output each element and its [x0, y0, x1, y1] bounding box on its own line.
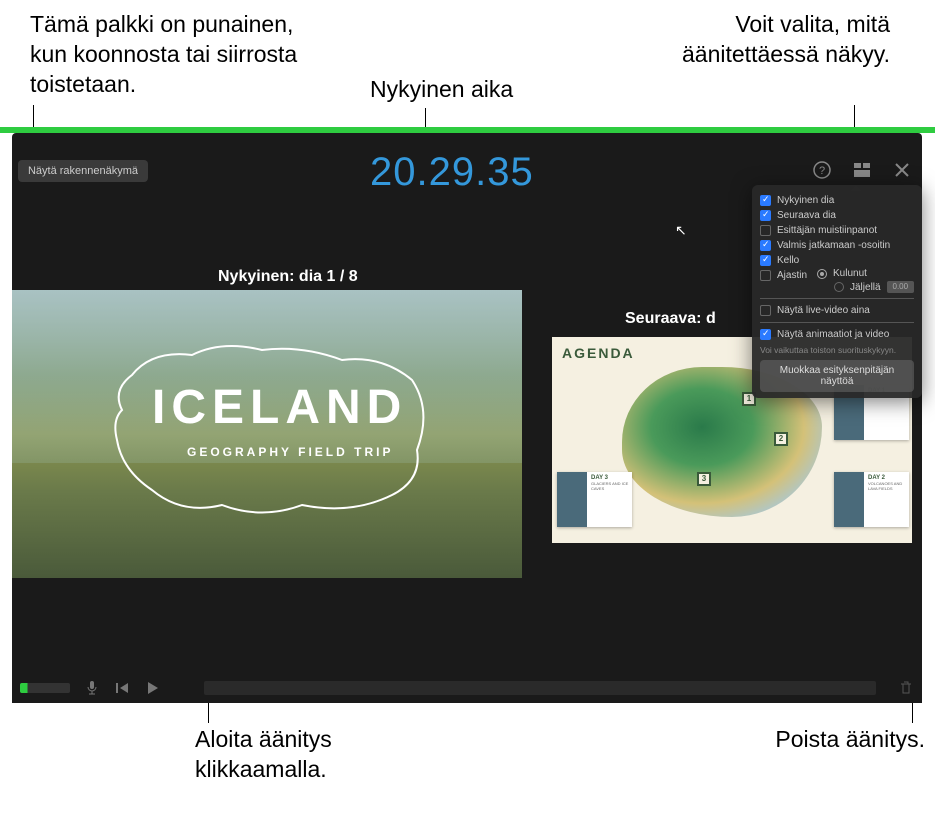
- record-button[interactable]: [174, 680, 190, 696]
- layout-options-icon[interactable]: [852, 160, 872, 180]
- next-slide-label: Seuraava: d: [625, 310, 716, 328]
- display-options-popover: Nykyinen dia Seuraava dia Esittäjän muis…: [752, 185, 922, 398]
- timer-remaining-row[interactable]: Jäljellä0.00: [817, 280, 914, 294]
- option-current-slide[interactable]: Nykyinen dia: [760, 193, 914, 208]
- option-show-animations[interactable]: Näytä animaatiot ja video: [760, 327, 914, 342]
- help-icon[interactable]: ?: [812, 160, 832, 180]
- current-slide-label: Nykyinen: dia 1 / 8: [218, 268, 358, 286]
- callout-top-left: Tämä palkki on punainen, kun koonnosta t…: [30, 10, 330, 100]
- customize-display-button[interactable]: Muokkaa esityksenpitäjän näyttöä: [760, 360, 914, 392]
- recording-timeline[interactable]: [204, 681, 876, 695]
- delete-recording-button[interactable]: [898, 680, 914, 696]
- map-marker-3: 3: [697, 472, 711, 486]
- separator: [760, 298, 914, 299]
- audio-level-meter: [20, 683, 70, 693]
- option-next-slide[interactable]: Seuraava dia: [760, 208, 914, 223]
- day-card-3: DAY 3 GLACIERS AND ICE CAVES: [557, 472, 632, 527]
- callout-top-right: Voit valita, mitä äänitettäessä näkyy.: [640, 10, 890, 70]
- callout-bottom-left: Aloita äänitys klikkaamalla.: [195, 725, 445, 785]
- option-clock[interactable]: Kello: [760, 253, 914, 268]
- checkbox-icon[interactable]: [760, 210, 771, 221]
- callout-top-mid: Nykyinen aika: [370, 75, 513, 105]
- current-slide-preview[interactable]: ICELAND GEOGRAPHY FIELD TRIP: [12, 290, 522, 578]
- timer-value-field[interactable]: 0.00: [887, 281, 914, 293]
- day-card-2: DAY 2 VOLCANOES AND LAVA FIELDS: [834, 472, 909, 527]
- radio-icon[interactable]: [834, 282, 844, 292]
- svg-text:?: ?: [819, 165, 825, 177]
- callout-bottom-right: Poista äänitys.: [725, 725, 925, 755]
- checkbox-icon[interactable]: [760, 195, 771, 206]
- separator: [760, 322, 914, 323]
- checkbox-icon[interactable]: [760, 329, 771, 340]
- close-icon[interactable]: [892, 160, 912, 180]
- option-ready-indicator[interactable]: Valmis jatkamaan -osoitin: [760, 238, 914, 253]
- radio-icon[interactable]: [817, 269, 827, 279]
- agenda-title: AGENDA: [562, 345, 635, 361]
- slide-subtitle: GEOGRAPHY FIELD TRIP: [187, 445, 393, 459]
- play-icon[interactable]: [144, 680, 160, 696]
- previous-icon[interactable]: [114, 680, 130, 696]
- slide-title: ICELAND: [152, 380, 407, 435]
- checkbox-icon[interactable]: [760, 270, 771, 281]
- map-marker-2: 2: [774, 432, 788, 446]
- checkbox-icon[interactable]: [760, 255, 771, 266]
- option-always-live-video[interactable]: Näytä live-video aina: [760, 303, 914, 318]
- performance-note: Voi vaikuttaa toiston suorituskykyyn.: [760, 342, 914, 360]
- checkbox-icon[interactable]: [760, 305, 771, 316]
- clock-display: 20.29.35: [370, 150, 534, 195]
- option-presenter-notes[interactable]: Esittäjän muistiinpanot: [760, 223, 914, 238]
- checkbox-icon[interactable]: [760, 240, 771, 251]
- recording-toolbar: [12, 673, 922, 703]
- timer-elapsed-row[interactable]: Kulunut: [800, 267, 914, 280]
- checkbox-icon[interactable]: [760, 225, 771, 236]
- show-navigator-button[interactable]: Näytä rakennenäkymä: [18, 160, 148, 182]
- microphone-icon[interactable]: [84, 680, 100, 696]
